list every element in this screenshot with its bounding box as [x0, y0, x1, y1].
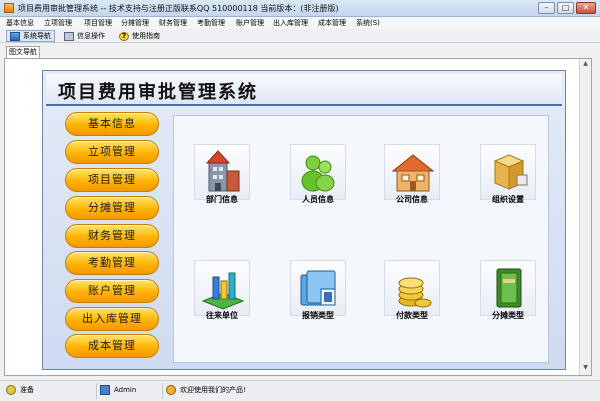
close-button[interactable]: ✕ [576, 2, 596, 14]
toolbar-system-nav-button[interactable]: 系统导航 [6, 30, 55, 42]
user-icon [100, 385, 110, 395]
nav-button-accounts[interactable]: 账户管理 [65, 279, 159, 303]
module-label: 付款类型 [396, 311, 428, 320]
nav-button-finance[interactable]: 财务管理 [65, 224, 159, 248]
menu-bar: 基本信息 立项管理 项目管理 分摊管理 财务管理 考勤管理 账户管理 出入库管理… [0, 17, 600, 29]
menu-allocation[interactable]: 分摊管理 [121, 18, 149, 28]
nav-button-cost[interactable]: 成本管理 [65, 334, 159, 358]
minimize-button[interactable]: – [538, 2, 555, 14]
status-user-text: Admin [114, 386, 137, 394]
menu-finance[interactable]: 财务管理 [159, 18, 187, 28]
status-state: 准备 [6, 385, 34, 395]
module-label: 组织设置 [492, 195, 524, 204]
tab-graphic-nav[interactable]: 图文导航 [6, 46, 40, 58]
menu-warehouse[interactable]: 出入库管理 [273, 18, 308, 28]
organization-icon [480, 144, 536, 200]
message-icon [166, 385, 176, 395]
people-icon [290, 144, 346, 200]
module-label: 往来单位 [206, 311, 238, 320]
module-personnel-info[interactable]: 人员信息 [288, 144, 348, 224]
main-panel: 项目费用审批管理系统 基本信息 立项管理 项目管理 分摊管理 财务管理 考勤管理… [4, 58, 592, 376]
reimbursement-folder-icon [290, 260, 346, 316]
status-message-text: 欢迎使用我们的产品! [180, 386, 246, 394]
status-user: Admin [100, 385, 136, 395]
toolbar-label: 使用指南 [132, 32, 160, 40]
department-building-icon [194, 144, 250, 200]
scroll-up-icon[interactable]: ▲ [581, 60, 590, 70]
status-message: 欢迎使用我们的产品! [166, 385, 246, 395]
app-icon [4, 3, 14, 13]
app-frame: 项目费用审批管理系统 基本信息 立项管理 项目管理 分摊管理 财务管理 考勤管理… [42, 70, 566, 370]
module-label: 部门信息 [206, 195, 238, 204]
status-bar: 准备 Admin 欢迎使用我们的产品! [0, 380, 600, 401]
nav-icon [10, 31, 20, 41]
scroll-down-icon[interactable]: ▼ [581, 364, 590, 374]
module-allocation-types[interactable]: 分摊类型 [478, 260, 538, 340]
window-title: 项目费用审批管理系统 -- 技术支持与注册正版联系QQ 510000118 当前… [18, 4, 339, 13]
maximize-button[interactable]: □ [557, 2, 574, 14]
nav-button-attendance[interactable]: 考勤管理 [65, 251, 159, 275]
page-title: 项目费用审批管理系统 [58, 82, 258, 103]
menu-system[interactable]: 系统(S) [356, 18, 380, 28]
module-payment-types[interactable]: 付款类型 [382, 260, 442, 340]
module-label: 公司信息 [396, 195, 428, 204]
toolbar-user-guide-button[interactable]: ? 使用指南 [119, 30, 160, 42]
menu-accounts[interactable]: 账户管理 [236, 18, 264, 28]
toolbar: 系统导航 信息操作 ? 使用指南 [0, 29, 600, 43]
nav-button-basic-info[interactable]: 基本信息 [65, 112, 159, 136]
company-house-icon [384, 144, 440, 200]
module-company-info[interactable]: 公司信息 [382, 144, 442, 224]
status-ready-icon [6, 385, 16, 395]
info-icon [64, 31, 74, 41]
menu-project-management[interactable]: 项目管理 [84, 18, 112, 28]
module-organization-settings[interactable]: 组织设置 [478, 144, 538, 224]
module-reimbursement-types[interactable]: 报销类型 [288, 260, 348, 340]
title-bar: 项目费用审批管理系统 -- 技术支持与注册正版联系QQ 510000118 当前… [0, 0, 600, 17]
nav-button-project-management[interactable]: 项目管理 [65, 168, 159, 192]
vertical-scrollbar[interactable]: ▲ ▼ [579, 59, 591, 375]
menu-cost[interactable]: 成本管理 [318, 18, 346, 28]
toolbar-label: 信息操作 [77, 32, 105, 40]
toolbar-info-ops-button[interactable]: 信息操作 [64, 30, 105, 42]
allocation-book-icon [480, 260, 536, 316]
help-icon: ? [119, 31, 129, 41]
status-state-text: 准备 [20, 386, 34, 394]
nav-button-allocation[interactable]: 分摊管理 [65, 196, 159, 220]
nav-button-project-setup[interactable]: 立项管理 [65, 140, 159, 164]
menu-project-setup[interactable]: 立项管理 [44, 18, 72, 28]
status-divider [162, 383, 163, 399]
payment-coins-icon [384, 260, 440, 316]
module-label: 报销类型 [302, 311, 334, 320]
module-grid: 部门信息 人员信息 公司信息 组织设置 往来单位 报销类型 付款类型 分摊类型 [173, 115, 549, 363]
menu-attendance[interactable]: 考勤管理 [197, 18, 225, 28]
nav-button-warehouse[interactable]: 出入库管理 [65, 307, 159, 331]
toolbar-label: 系统导航 [23, 32, 51, 40]
module-label: 人员信息 [302, 195, 334, 204]
app-header: 项目费用审批管理系统 [46, 74, 562, 106]
menu-basic-info[interactable]: 基本信息 [6, 18, 34, 28]
status-divider [96, 383, 97, 399]
partner-units-icon [194, 260, 250, 316]
module-label: 分摊类型 [492, 311, 524, 320]
module-department-info[interactable]: 部门信息 [192, 144, 252, 224]
module-partner-units[interactable]: 往来单位 [192, 260, 252, 340]
